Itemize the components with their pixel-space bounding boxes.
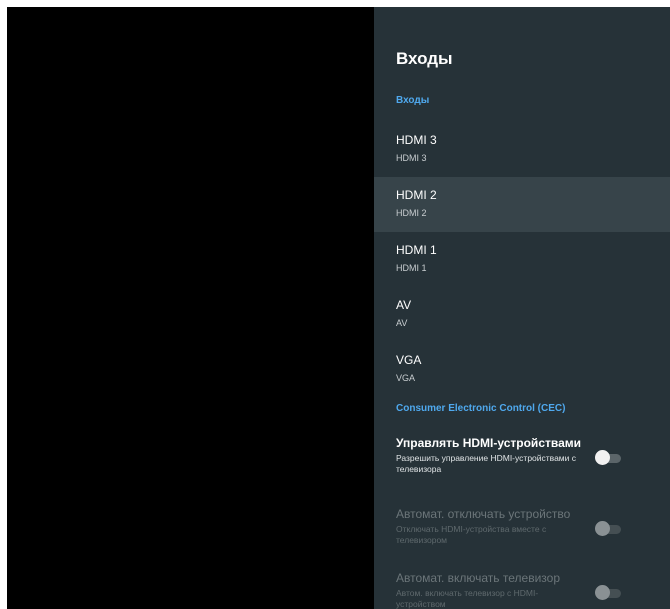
cec-auto-power-on-tv[interactable]: Автомат. включать телевизор Автом. включ…: [374, 571, 670, 609]
input-item-subtitle: HDMI 1: [396, 263, 427, 273]
input-item-hdmi2[interactable]: HDMI 2 HDMI 2: [374, 177, 670, 232]
tv-screen: Входы Входы HDMI 3 HDMI 3 HDMI 2 HDMI 2 …: [7, 7, 670, 609]
input-item-label: HDMI 3: [396, 133, 437, 147]
input-item-av[interactable]: AV AV: [374, 287, 670, 342]
input-item-vga[interactable]: VGA VGA: [374, 342, 670, 397]
cec-control-hdmi-devices[interactable]: Управлять HDMI-устройствами Разрешить уп…: [374, 436, 670, 492]
inputs-settings-panel: Входы Входы HDMI 3 HDMI 3 HDMI 2 HDMI 2 …: [374, 7, 670, 609]
auto-power-off-toggle[interactable]: [595, 521, 621, 537]
input-item-label: VGA: [396, 353, 422, 367]
input-item-subtitle: AV: [396, 318, 408, 328]
input-item-label: HDMI 1: [396, 243, 437, 257]
cec-option-subtitle: Разрешить управление HDMI-устройствами с…: [396, 453, 577, 474]
cec-option-subtitle: Автом. включать телевизор с HDMI-устройс…: [396, 588, 539, 609]
input-item-label: AV: [396, 298, 412, 312]
auto-power-on-toggle[interactable]: [595, 585, 621, 601]
input-item-subtitle: HDMI 2: [396, 208, 427, 218]
input-item-hdmi1[interactable]: HDMI 1 HDMI 1: [374, 232, 670, 287]
toggle-thumb: [595, 521, 610, 536]
input-item-subtitle: HDMI 3: [396, 153, 427, 163]
cec-option-title: Управлять HDMI-устройствами: [396, 436, 582, 450]
toggle-thumb: [595, 585, 610, 600]
cec-auto-power-off-device[interactable]: Автомат. отключать устройство Отключать …: [374, 507, 670, 563]
panel-title: Входы: [396, 49, 453, 68]
inputs-section-header: Входы: [396, 95, 430, 106]
input-item-label: HDMI 2: [396, 188, 437, 202]
toggle-thumb: [595, 450, 610, 465]
input-item-subtitle: VGA: [396, 373, 416, 383]
cec-option-title: Автомат. отключать устройство: [396, 507, 571, 521]
cec-control-toggle[interactable]: [595, 450, 621, 466]
cec-section-header: Consumer Electronic Control (CEC): [396, 403, 566, 414]
input-item-hdmi3[interactable]: HDMI 3 HDMI 3: [374, 122, 670, 177]
cec-option-subtitle: Отключать HDMI-устройства вместе с телев…: [396, 524, 547, 545]
cec-option-title: Автомат. включать телевизор: [396, 571, 560, 585]
